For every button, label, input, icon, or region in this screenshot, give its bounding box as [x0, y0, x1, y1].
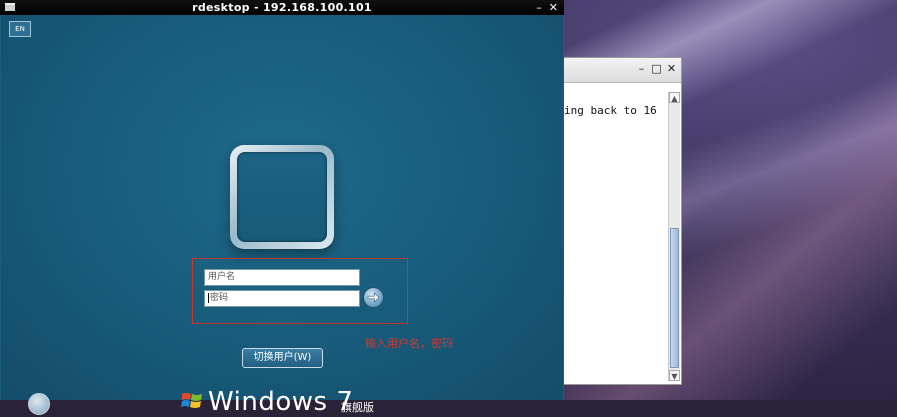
- text-caret: [208, 292, 209, 303]
- terminal-output: ing back to 16: [564, 104, 657, 117]
- avatar-picture: [237, 152, 327, 242]
- scroll-down-icon[interactable]: ▼: [669, 370, 680, 381]
- annotation-label: 输入用户名，密码: [365, 337, 453, 350]
- username-input[interactable]: 用户名: [204, 269, 360, 286]
- close-icon[interactable]: ✕: [549, 0, 558, 15]
- minimize-icon[interactable]: –: [636, 62, 647, 75]
- terminal-window-controls: – □ ✕: [636, 62, 677, 75]
- scrollbar-thumb[interactable]: [670, 228, 679, 368]
- arrow-right-icon: [367, 292, 380, 303]
- login-arrow-button[interactable]: [363, 287, 384, 308]
- close-icon[interactable]: ✕: [666, 62, 677, 75]
- terminal-scrollbar[interactable]: ▲ ▼: [668, 92, 680, 381]
- windows-branding: Windows 7: [208, 387, 354, 417]
- ease-of-access-icon[interactable]: [28, 393, 50, 415]
- rdesktop-window: rdesktop - 192.168.100.101 – ✕ EN 用户名 密码…: [0, 0, 564, 417]
- password-placeholder: 密码: [210, 293, 229, 303]
- switch-user-button[interactable]: 切换用户(W): [242, 348, 323, 368]
- maximize-icon[interactable]: □: [651, 62, 662, 75]
- windows-edition: 旗舰版: [341, 401, 374, 414]
- windows-logo-icon: [181, 393, 202, 408]
- windows-login-screen: EN 用户名 密码 输入用户名，密码 切换用户(W) Windows 7 旗舰版: [1, 15, 563, 417]
- terminal-window[interactable]: – □ ✕ ing back to 16 ▲ ▼: [563, 57, 682, 385]
- password-input[interactable]: 密码: [204, 290, 360, 307]
- language-button[interactable]: EN: [9, 21, 31, 37]
- window-title: rdesktop - 192.168.100.101: [192, 1, 372, 14]
- scroll-up-icon[interactable]: ▲: [669, 92, 680, 103]
- minimize-icon[interactable]: –: [536, 0, 542, 15]
- terminal-titlebar[interactable]: – □ ✕: [564, 58, 681, 83]
- rdesktop-titlebar[interactable]: rdesktop - 192.168.100.101 – ✕: [0, 0, 564, 15]
- rdesktop-window-controls: – ✕: [536, 0, 558, 15]
- user-avatar: [230, 145, 334, 249]
